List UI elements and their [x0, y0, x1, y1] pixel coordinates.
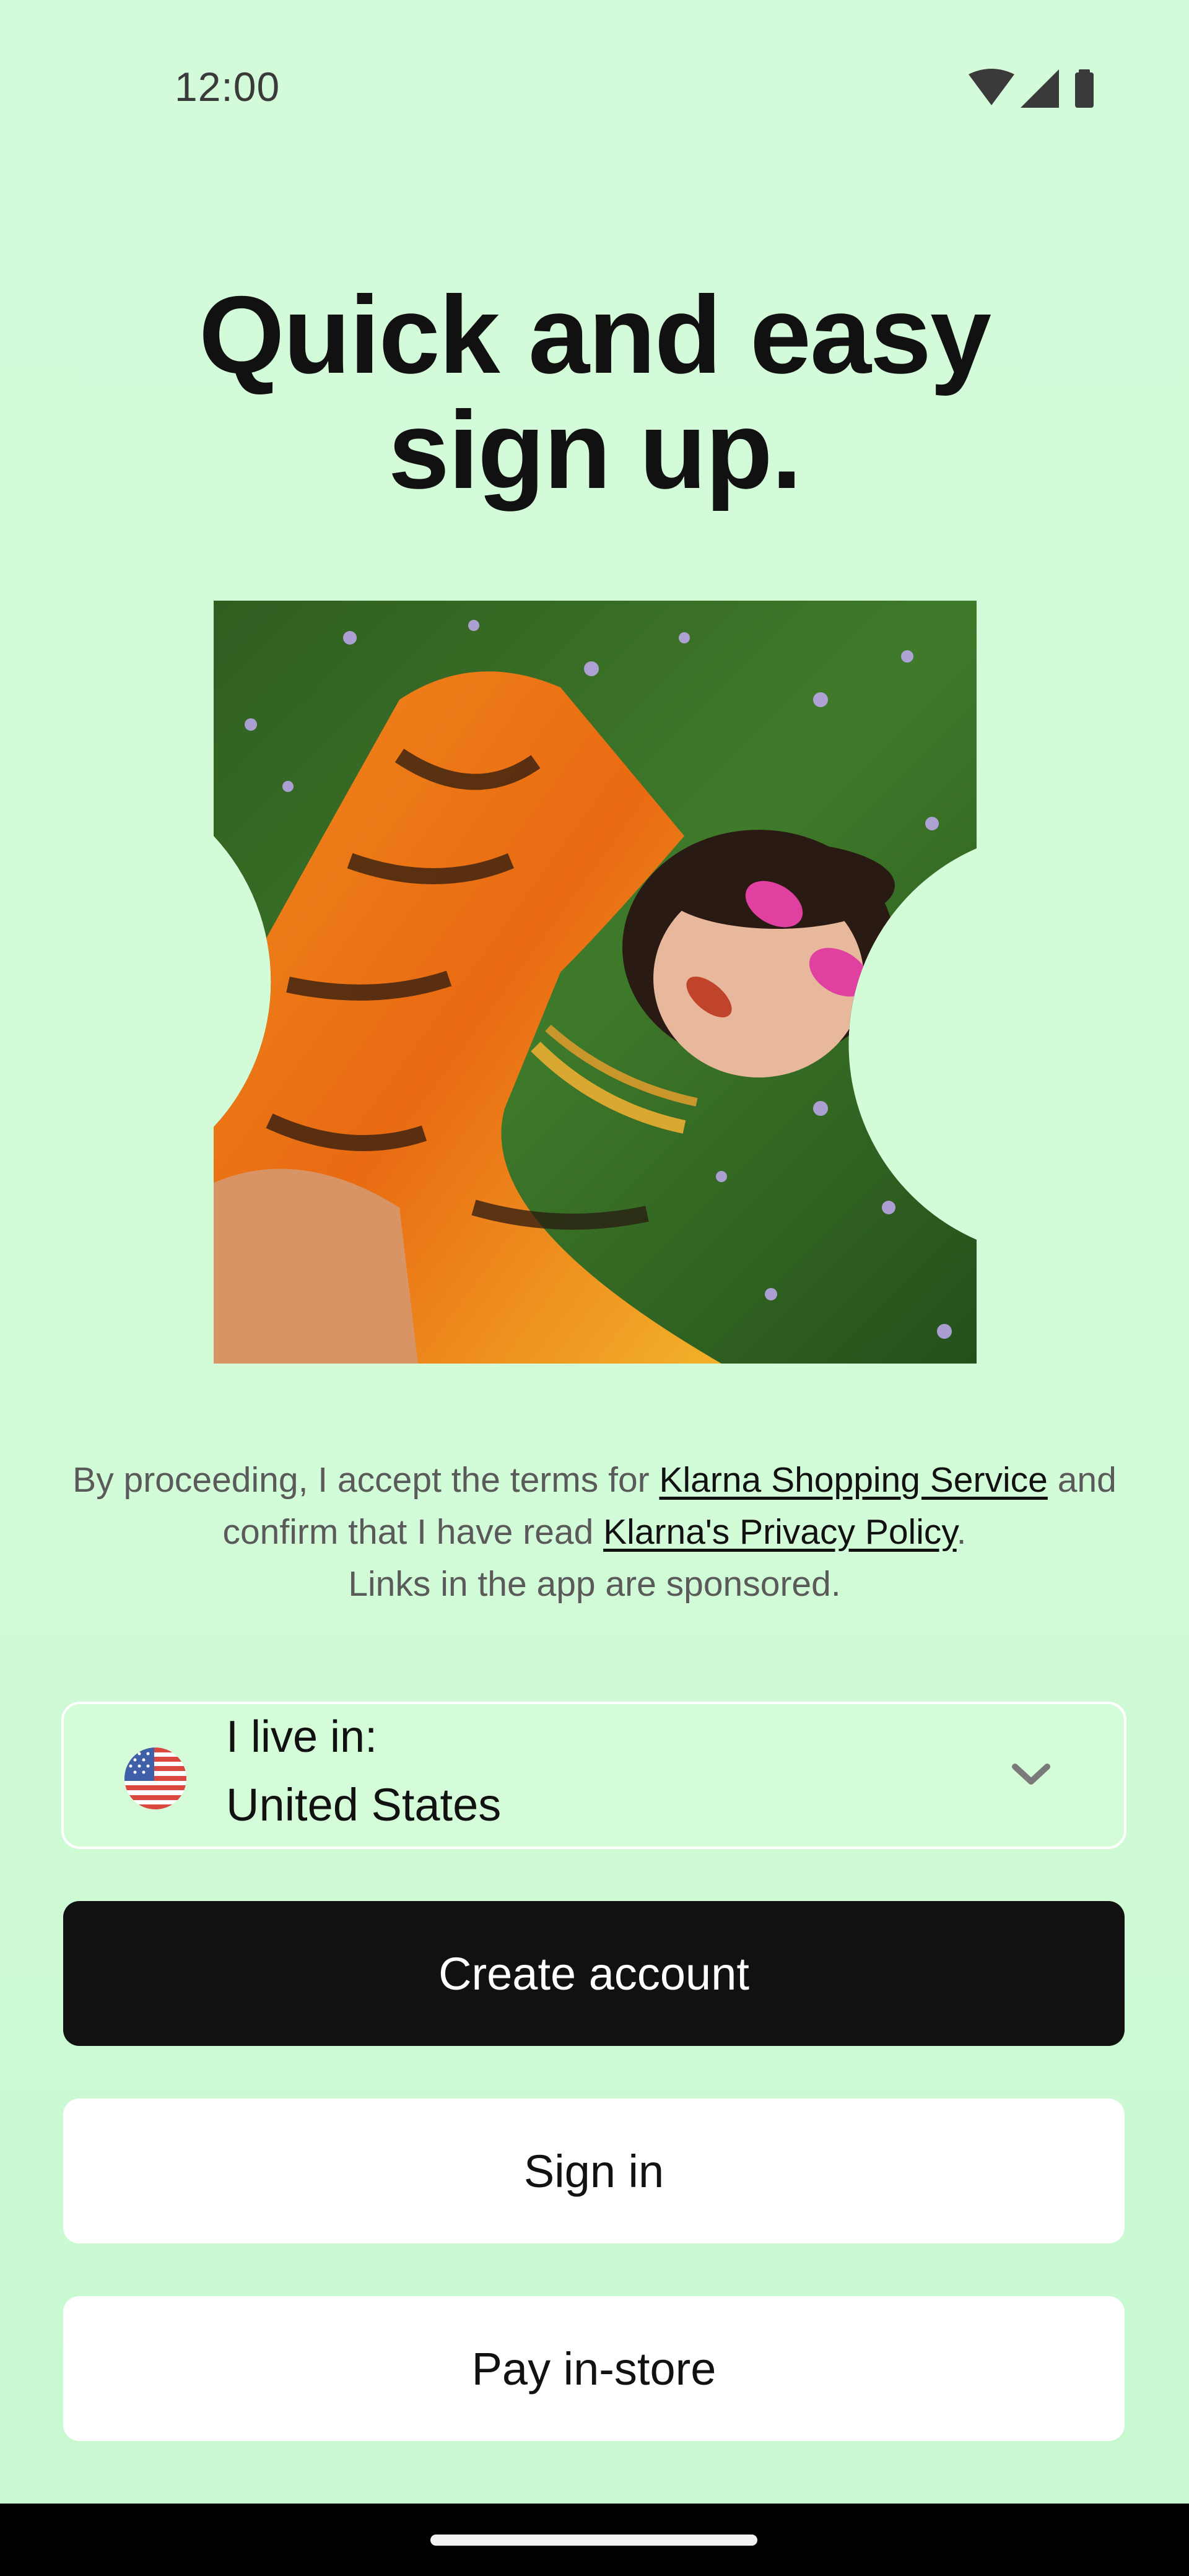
wifi-icon [969, 69, 1014, 105]
country-select-value: United States [226, 1779, 502, 1830]
status-bar: 12:00 [0, 0, 1189, 180]
legal-part-3: . [956, 1512, 967, 1552]
sign-in-button[interactable]: Sign in [63, 2099, 1125, 2243]
signal-icon [1021, 69, 1059, 108]
home-gesture-handle[interactable] [430, 2535, 757, 2546]
page-title-line-2: sign up. [388, 388, 802, 511]
pay-in-store-button[interactable]: Pay in-store [63, 2296, 1125, 2441]
country-select[interactable]: I live in: United States [61, 1702, 1126, 1849]
privacy-policy-link[interactable]: Klarna's Privacy Policy [603, 1512, 957, 1552]
us-flag-icon [124, 1747, 186, 1809]
status-icons [969, 69, 1094, 108]
hero-image [214, 601, 977, 1364]
create-account-button[interactable]: Create account [63, 1901, 1125, 2046]
legal-part-1: By proceeding, I accept the terms for [72, 1460, 660, 1500]
sponsored-notice: Links in the app are sponsored. [348, 1564, 841, 1604]
status-time: 12:00 [175, 64, 281, 110]
terms-notice: By proceeding, I accept the terms for Kl… [50, 1454, 1139, 1558]
shopping-service-terms-link[interactable]: Klarna Shopping Service [659, 1460, 1047, 1500]
battery-icon [1075, 69, 1094, 108]
page-title: Quick and easy sign up. [0, 277, 1189, 508]
legal-text: By proceeding, I accept the terms for Kl… [50, 1454, 1139, 1610]
country-select-label: I live in: [226, 1712, 378, 1762]
system-navigation-bar [0, 2504, 1189, 2576]
page-title-line-1: Quick and easy [199, 273, 991, 396]
chevron-down-icon [1012, 1764, 1050, 1785]
